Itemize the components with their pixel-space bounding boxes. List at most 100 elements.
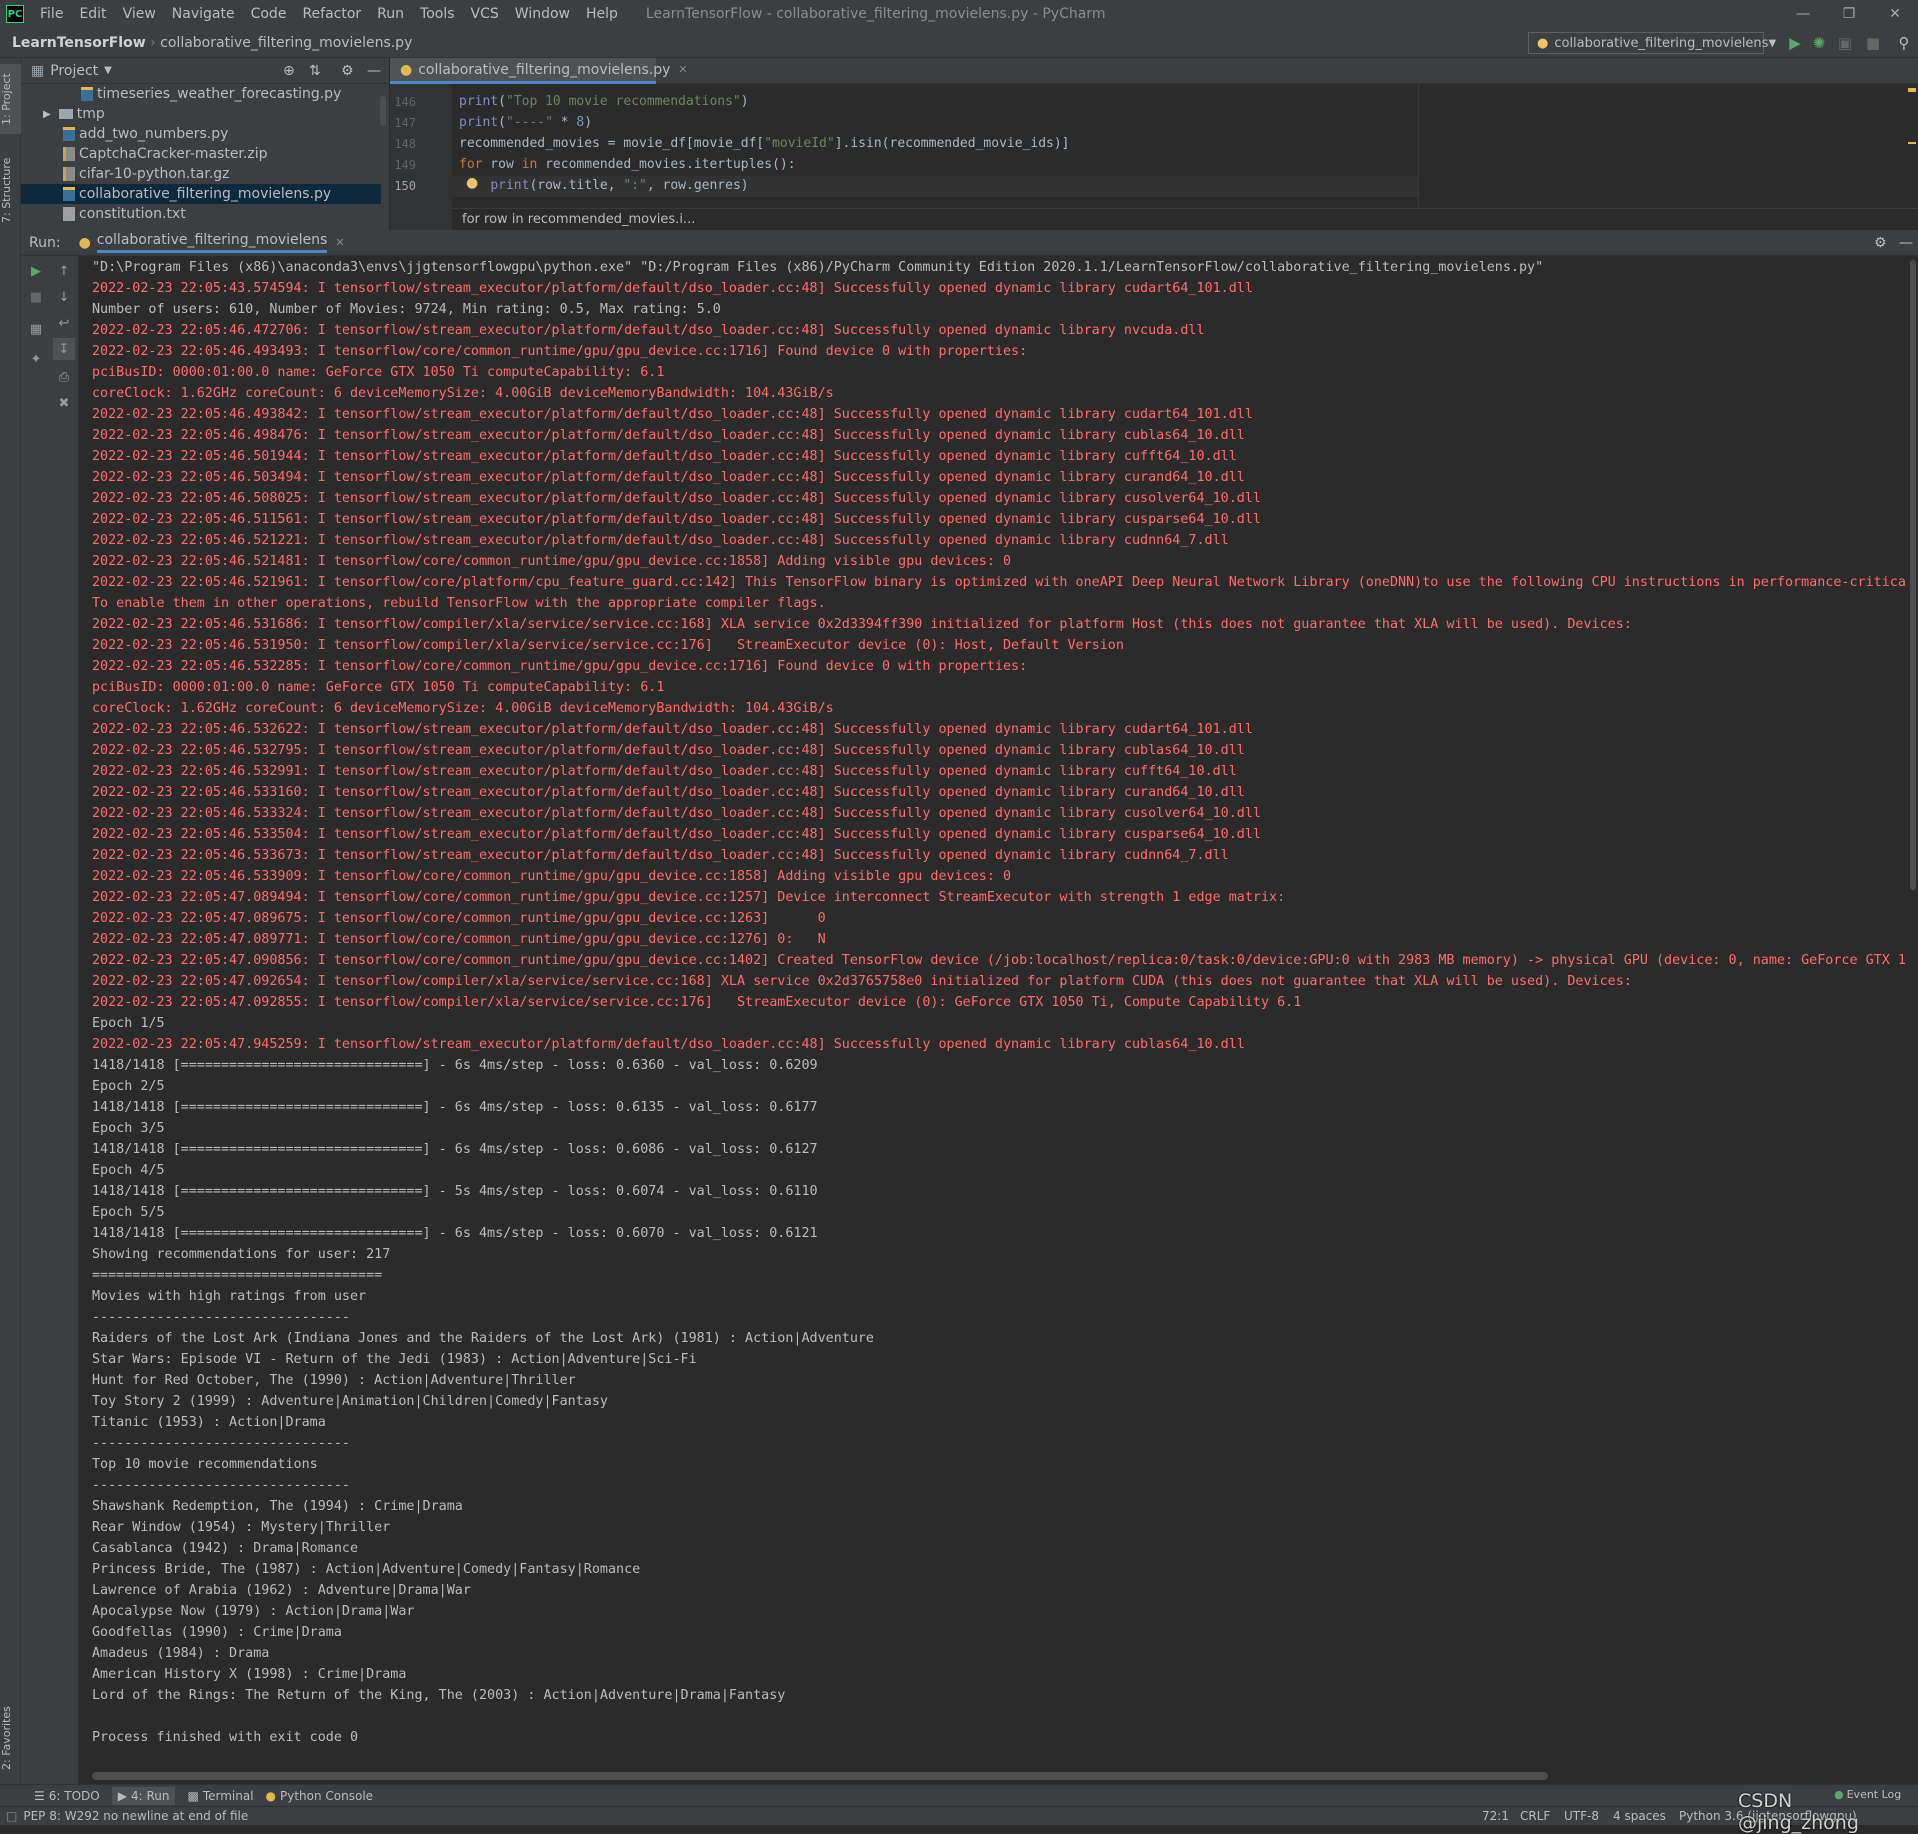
menu-help[interactable]: Help [578,6,626,22]
pin-icon[interactable]: ✦ [25,348,47,370]
python-file-icon: ● [78,234,91,251]
scroll-to-end-icon[interactable]: ↧ [53,338,75,360]
console-line: 2022-02-23 22:05:46.531950: I tensorflow… [92,638,1124,653]
hide-icon[interactable]: — [367,63,381,79]
trash-icon[interactable]: ✖ [53,392,75,414]
tab-structure[interactable]: 7: Structure [0,150,21,230]
console-line: 2022-02-23 22:05:47.090856: I tensorflow… [92,953,1906,968]
line-separator[interactable]: CRLF [1520,1809,1550,1823]
tab-run[interactable]: ▶ 4: Run [111,1786,176,1805]
lightbulb-icon[interactable]: ● [466,175,478,191]
status-icon[interactable]: □ [6,1809,17,1823]
gear-icon[interactable]: ⚙ [1874,235,1887,251]
console-line: Showing recommendations for user: 217 [92,1247,391,1262]
console-line: Epoch 5/5 [92,1205,165,1220]
tree-item-selected[interactable]: collaborative_filtering_movielens.py [21,184,381,204]
menu-window[interactable]: Window [507,6,578,22]
menu-code[interactable]: Code [243,6,295,22]
console-line: 2022-02-23 22:05:46.532285: I tensorflow… [92,659,1028,674]
chevron-down-icon[interactable]: ▼ [104,65,112,76]
tree-item[interactable]: CaptchaCracker-master.zip [21,144,381,164]
chevron-right-icon[interactable]: ▶ [43,109,51,120]
menu-view[interactable]: View [115,6,164,22]
console-line: 1418/1418 [=============================… [92,1142,818,1157]
vertical-scrollbar[interactable] [1910,260,1916,890]
restore-icon[interactable]: ❐ [1826,0,1872,28]
console-line: Epoch 1/5 [92,1016,165,1031]
project-panel-title[interactable]: Project [50,63,98,79]
right-margin-guide [1418,84,1419,208]
console-line: 2022-02-23 22:05:47.089675: I tensorflow… [92,911,826,926]
menu-edit[interactable]: Edit [71,6,114,22]
code-breadcrumb[interactable]: for row in recommended_movies.i... [452,208,1918,230]
console-line: 2022-02-23 22:05:47.092855: I tensorflow… [92,995,1302,1010]
warning-marker[interactable] [1908,88,1916,92]
menu-refactor[interactable]: Refactor [294,6,369,22]
run-config-dropdown[interactable]: ● collaborative_filtering_movielens ▼ [1528,32,1776,54]
console-line: 1418/1418 [=============================… [92,1058,818,1073]
menu-navigate[interactable]: Navigate [164,6,243,22]
tab-todo[interactable]: ☰ 6: TODO [34,1789,100,1803]
horizontal-scrollbar[interactable] [92,1772,1548,1780]
run-icon[interactable]: ▶ [1786,34,1804,52]
tree-item[interactable]: timeseries_weather_forecasting.py [21,84,381,104]
breadcrumb-project[interactable]: LearnTensorFlow [12,35,146,51]
menu-vcs[interactable]: VCS [463,6,507,22]
console-line: Princess Bride, The (1987) : Action|Adve… [92,1562,641,1577]
soft-wrap-icon[interactable]: ↩ [53,312,75,334]
tab-favorites[interactable]: 2: Favorites [0,1698,21,1778]
indent-setting[interactable]: 4 spaces [1613,1809,1666,1823]
breadcrumb-file[interactable]: collaborative_filtering_movielens.py [160,35,412,51]
console-line: 2022-02-23 22:05:46.533324: I tensorflow… [92,806,1261,821]
code-line: print("Top 10 movie recommendations") [459,94,749,109]
file-encoding[interactable]: UTF-8 [1564,1809,1599,1823]
warning-marker[interactable] [1908,142,1916,144]
stop-icon[interactable]: ■ [25,286,47,308]
run-panel-header: Run: ● collaborative_filtering_movielens… [21,230,1918,256]
tree-item[interactable]: cifar-10-python.tar.gz [21,164,381,184]
stop-icon[interactable]: ■ [1864,34,1882,52]
tab-python-console-label: Python Console [280,1788,374,1803]
editor-tab[interactable]: ● collaborative_filtering_movielens.py ✕ [390,58,688,84]
console-line: Movies with high ratings from user [92,1289,367,1304]
close-icon[interactable]: ✕ [335,236,344,249]
console-line: 2022-02-23 22:05:46.532991: I tensorflow… [92,764,1237,779]
menu-file[interactable]: File [32,6,71,22]
console-line: Process finished with exit code 0 [92,1730,359,1745]
minimize-icon[interactable]: — [1780,0,1826,28]
tree-item-folder[interactable]: ▶ tmp [21,104,381,124]
tab-terminal[interactable]: ▩ Terminal [187,1789,253,1803]
line-number: 149 [394,158,416,172]
locate-icon[interactable]: ⊕ [283,63,295,79]
gear-icon[interactable]: ⚙ [341,63,354,79]
layout-icon[interactable]: ▦ [25,318,47,340]
tab-project[interactable]: 1: Project [0,64,21,134]
print-icon[interactable]: ⎙ [53,366,75,388]
rerun-icon[interactable]: ▶ [25,260,47,282]
down-arrow-icon[interactable]: ↓ [53,286,75,308]
up-arrow-icon[interactable]: ↑ [53,260,75,282]
tree-item[interactable]: constitution.txt [21,204,381,224]
code-line: for row in recommended_movies.itertuples… [459,157,796,172]
caret-position[interactable]: 72:1 [1482,1809,1509,1823]
coverage-icon[interactable]: ▣ [1836,34,1854,52]
console-line: 2022-02-23 22:05:47.945259: I tensorflow… [92,1037,1245,1052]
debug-icon[interactable]: ✺ [1810,34,1828,52]
tab-python-console[interactable]: ● Python Console [266,1789,374,1803]
console-line: 1418/1418 [=============================… [92,1184,818,1199]
run-tab[interactable]: collaborative_filtering_movielens [96,232,328,253]
menu-tools[interactable]: Tools [412,6,463,22]
search-icon[interactable]: ⚲ [1895,34,1913,52]
hide-icon[interactable]: — [1899,235,1913,251]
close-icon[interactable]: ✕ [678,63,687,76]
scrollbar[interactable] [380,96,386,126]
console-line: Titanic (1953) : Action|Drama [92,1415,326,1430]
console-line: 2022-02-23 22:05:46.503494: I tensorflow… [92,470,1245,485]
console-line: -------------------------------- [92,1478,350,1493]
status-message[interactable]: PEP 8: W292 no newline at end of file [23,1809,248,1823]
collapse-all-icon[interactable]: ⇅ [309,63,321,79]
tree-item[interactable]: add_two_numbers.py [21,124,381,144]
menu-run[interactable]: Run [369,6,412,22]
close-icon[interactable]: ✕ [1872,0,1918,28]
terminal-icon: ▩ [187,1788,199,1803]
